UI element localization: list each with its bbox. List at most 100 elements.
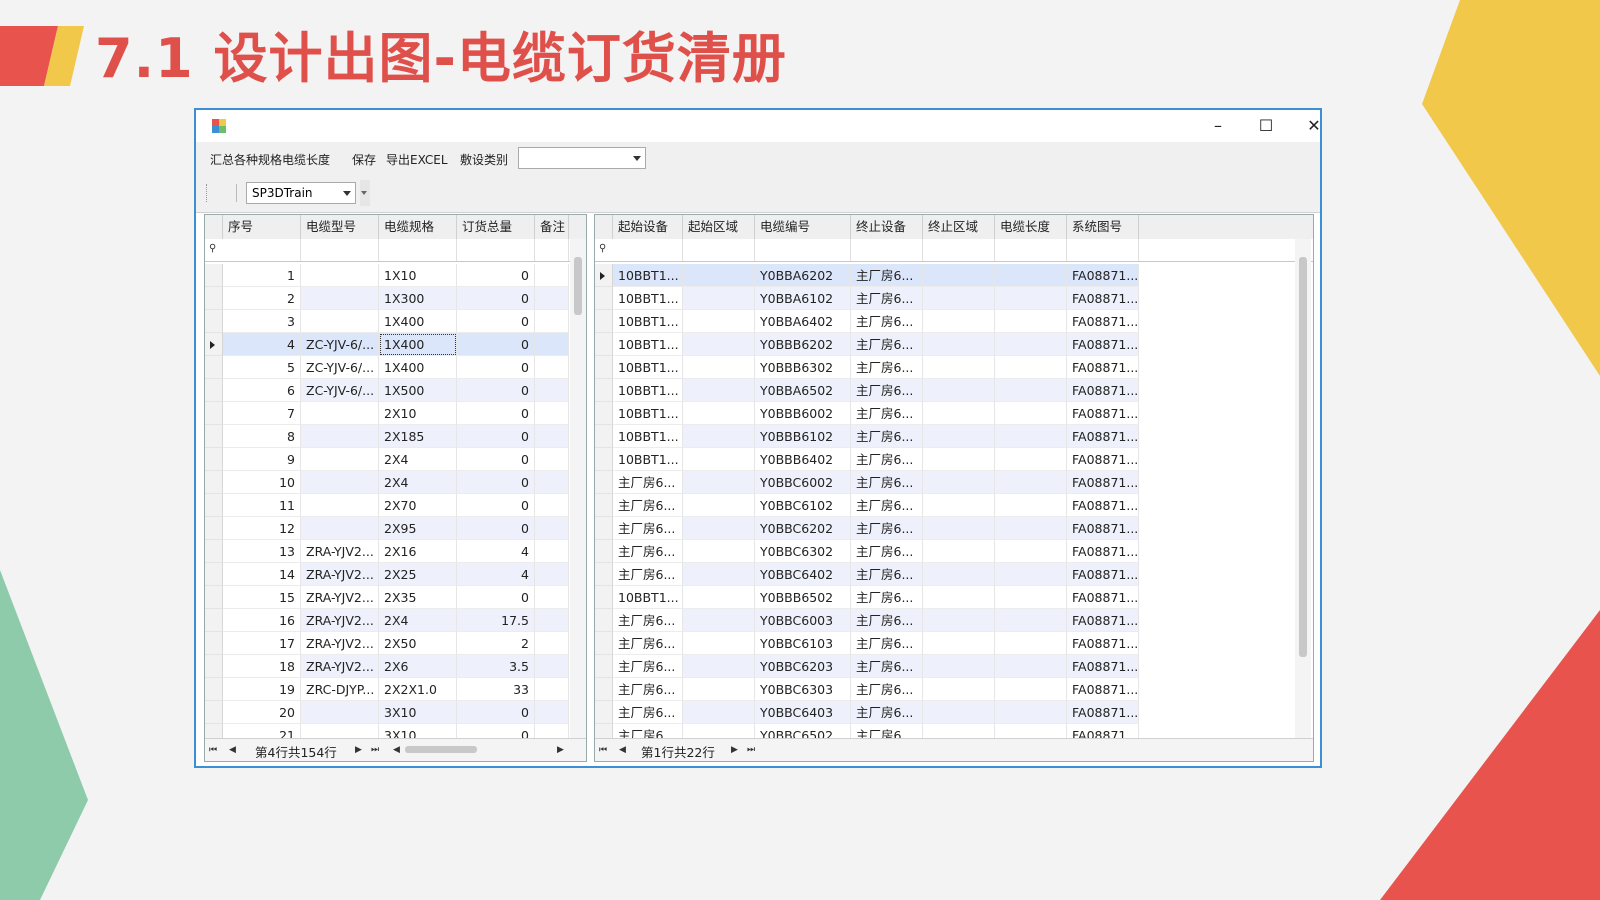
table-cell[interactable]: 主厂房6... <box>613 540 683 563</box>
table-cell[interactable] <box>683 333 755 356</box>
table-cell[interactable]: 1X400 <box>379 333 457 356</box>
table-cell[interactable]: 3 <box>223 310 301 333</box>
row-header[interactable] <box>205 425 223 448</box>
column-header[interactable]: 电缆型号 <box>301 215 379 239</box>
table-cell[interactable] <box>923 356 995 379</box>
row-header[interactable] <box>595 494 613 517</box>
table-cell[interactable]: 主厂房6... <box>613 563 683 586</box>
table-cell[interactable]: ZRC-DJYP... <box>301 678 379 701</box>
prev-record-icon[interactable]: ◀ <box>229 745 236 755</box>
table-row[interactable]: 3 1X400 0 <box>205 310 569 333</box>
table-cell[interactable]: FA08871... <box>1067 448 1139 471</box>
table-cell[interactable] <box>923 563 995 586</box>
row-header[interactable] <box>595 310 613 333</box>
filter-row[interactable]: ⚲ <box>595 239 1313 262</box>
table-row[interactable]: 主厂房6... Y0BBC6402 主厂房6... FA08871... <box>595 563 1139 586</box>
filter-cell[interactable] <box>995 239 1067 261</box>
table-cell[interactable]: 主厂房6... <box>613 632 683 655</box>
table-cell[interactable]: 主厂房6... <box>851 494 923 517</box>
table-cell[interactable]: 0 <box>457 379 535 402</box>
table-cell[interactable] <box>923 402 995 425</box>
table-cell[interactable]: 2X16 <box>379 540 457 563</box>
table-row[interactable]: 主厂房6... Y0BBC6403 主厂房6... FA08871... <box>595 701 1139 724</box>
table-cell[interactable]: Y0BBA6202 <box>755 264 851 287</box>
table-row[interactable]: 20 3X10 0 <box>205 701 569 724</box>
table-cell[interactable] <box>535 402 569 425</box>
table-cell[interactable]: 主厂房6... <box>851 517 923 540</box>
row-header[interactable] <box>595 356 613 379</box>
table-cell[interactable]: Y0BBC6102 <box>755 494 851 517</box>
table-cell[interactable]: 2X95 <box>379 517 457 540</box>
table-row[interactable]: 11 2X70 0 <box>205 494 569 517</box>
row-header[interactable] <box>205 517 223 540</box>
table-cell[interactable] <box>301 517 379 540</box>
table-cell[interactable]: 6 <box>223 379 301 402</box>
filter-cell[interactable] <box>1067 239 1139 261</box>
table-cell[interactable]: 主厂房6... <box>613 494 683 517</box>
table-cell[interactable] <box>301 425 379 448</box>
row-header[interactable] <box>595 402 613 425</box>
maximize-button[interactable]: ☐ <box>1244 114 1288 138</box>
table-cell[interactable]: 2X35 <box>379 586 457 609</box>
table-cell[interactable] <box>683 310 755 333</box>
table-cell[interactable] <box>683 471 755 494</box>
table-cell[interactable] <box>923 264 995 287</box>
table-cell[interactable]: Y0BBB6402 <box>755 448 851 471</box>
row-header[interactable] <box>595 586 613 609</box>
row-header[interactable] <box>205 333 223 356</box>
scroll-right-icon[interactable]: ▶ <box>557 745 564 755</box>
toolbar-grip[interactable] <box>206 184 209 202</box>
table-cell[interactable] <box>683 632 755 655</box>
row-header[interactable] <box>595 287 613 310</box>
table-cell[interactable]: 2X50 <box>379 632 457 655</box>
table-cell[interactable]: FA08871... <box>1067 632 1139 655</box>
column-header[interactable]: 终止设备 <box>851 215 923 239</box>
table-cell[interactable] <box>301 310 379 333</box>
table-cell[interactable]: 0 <box>457 471 535 494</box>
table-cell[interactable]: 10BBT1... <box>613 264 683 287</box>
vertical-scrollbar[interactable] <box>570 239 586 739</box>
table-cell[interactable] <box>535 494 569 517</box>
table-cell[interactable]: 主厂房6... <box>851 264 923 287</box>
table-cell[interactable]: 10 <box>223 471 301 494</box>
table-cell[interactable]: 1X400 <box>379 356 457 379</box>
table-cell[interactable]: 19 <box>223 678 301 701</box>
table-cell[interactable]: ZRA-YJV2... <box>301 655 379 678</box>
table-cell[interactable] <box>995 609 1067 632</box>
row-header[interactable] <box>205 402 223 425</box>
first-record-icon[interactable]: ⏮ <box>209 745 217 755</box>
table-cell[interactable]: 2X10 <box>379 402 457 425</box>
table-cell[interactable]: 2X2X1.0 <box>379 678 457 701</box>
table-cell[interactable]: 18 <box>223 655 301 678</box>
row-header[interactable] <box>595 517 613 540</box>
table-cell[interactable] <box>683 494 755 517</box>
table-cell[interactable] <box>683 540 755 563</box>
table-cell[interactable]: FA08871... <box>1067 310 1139 333</box>
table-cell[interactable] <box>923 287 995 310</box>
table-row[interactable]: 18 ZRA-YJV2... 2X6 3.5 <box>205 655 569 678</box>
table-cell[interactable] <box>683 609 755 632</box>
table-cell[interactable] <box>923 310 995 333</box>
table-cell[interactable] <box>923 517 995 540</box>
table-cell[interactable] <box>995 379 1067 402</box>
row-header[interactable] <box>595 471 613 494</box>
table-cell[interactable]: ZC-YJV-6/... <box>301 333 379 356</box>
table-row[interactable]: 主厂房6... Y0BBC6102 主厂房6... FA08871... <box>595 494 1139 517</box>
table-cell[interactable] <box>995 586 1067 609</box>
table-cell[interactable] <box>683 448 755 471</box>
table-cell[interactable] <box>683 655 755 678</box>
table-row[interactable]: 10BBT1... Y0BBB6002 主厂房6... FA08871... <box>595 402 1139 425</box>
column-header[interactable]: 电缆编号 <box>755 215 851 239</box>
table-cell[interactable]: 10BBT1... <box>613 379 683 402</box>
filter-row[interactable]: ⚲ <box>205 239 586 262</box>
table-row[interactable]: 14 ZRA-YJV2... 2X25 4 <box>205 563 569 586</box>
row-header[interactable] <box>205 310 223 333</box>
table-cell[interactable]: 7 <box>223 402 301 425</box>
table-cell[interactable]: 2X4 <box>379 448 457 471</box>
row-header[interactable] <box>205 563 223 586</box>
prev-record-icon[interactable]: ◀ <box>619 745 626 755</box>
table-cell[interactable] <box>995 655 1067 678</box>
table-cell[interactable]: 主厂房6... <box>613 678 683 701</box>
table-cell[interactable]: ZC-YJV-6/... <box>301 379 379 402</box>
table-cell[interactable]: 2 <box>223 287 301 310</box>
